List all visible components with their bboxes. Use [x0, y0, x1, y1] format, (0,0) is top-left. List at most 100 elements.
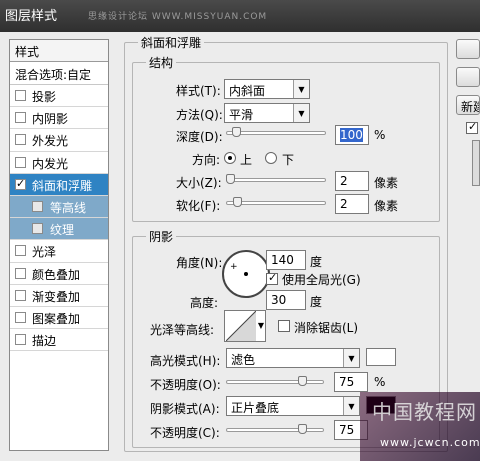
direction-down-radio[interactable] [265, 152, 277, 164]
soften-unit: 像素 [374, 199, 399, 213]
styles-list: 样式 混合选项:自定 投影 内阴影 外发光 内发光 斜面和浮雕 等高线 纹理 光… [9, 39, 109, 451]
gloss-contour-picker[interactable]: ▼ [224, 310, 266, 342]
style-item-inner-shadow[interactable]: 内阴影 [10, 107, 108, 130]
chevron-down-icon[interactable]: ▼ [293, 80, 309, 98]
highlight-opacity-label: 不透明度(O): [150, 378, 221, 392]
ok-button[interactable] [456, 39, 480, 59]
highlight-opacity-input[interactable]: 75 [334, 372, 368, 392]
size-value: 2 [340, 174, 348, 188]
style-select[interactable]: 内斜面 ▼ [224, 79, 310, 99]
checkbox[interactable] [15, 112, 26, 124]
depth-slider-thumb[interactable] [232, 127, 241, 137]
new-style-button[interactable]: 新建 [456, 95, 480, 115]
soften-slider-thumb[interactable] [233, 197, 242, 207]
checkbox[interactable] [15, 289, 26, 301]
checkbox[interactable] [15, 90, 26, 101]
global-light-label[interactable]: 使用全局光(G) [282, 271, 361, 288]
style-item-texture[interactable]: 纹理 [10, 218, 108, 241]
checkbox[interactable] [32, 200, 43, 212]
altitude-unit: 度 [310, 295, 323, 309]
style-item-stroke[interactable]: 描边 [10, 329, 108, 352]
shadow-mode-select[interactable]: 正片叠底 ▼ [226, 396, 360, 416]
angle-unit: 度 [310, 255, 323, 269]
angle-dial[interactable]: + [222, 250, 270, 298]
checkbox[interactable] [15, 134, 26, 146]
direction-up-label[interactable]: 上 [240, 151, 252, 168]
direction-up-radio[interactable] [224, 152, 236, 164]
preview-checkbox[interactable] [466, 120, 478, 134]
chevron-down-icon[interactable]: ▼ [293, 104, 309, 122]
size-slider[interactable] [226, 178, 326, 182]
checkbox[interactable] [15, 311, 26, 323]
style-item-drop-shadow[interactable]: 投影 [10, 85, 108, 108]
direction-label: 方向: [192, 153, 221, 167]
chevron-down-icon[interactable]: ▼ [343, 349, 359, 367]
angle-indicator [244, 272, 248, 276]
style-item-label: 渐变叠加 [32, 289, 81, 304]
checkbox[interactable] [15, 177, 26, 190]
shadow-opacity-slider[interactable] [226, 428, 324, 432]
checkbox[interactable] [32, 223, 43, 235]
style-item-label: 斜面和浮雕 [32, 178, 93, 193]
highlight-opacity-slider[interactable] [226, 380, 324, 384]
style-item-color-overlay[interactable]: 颜色叠加 [10, 263, 108, 285]
direction-down-label[interactable]: 下 [282, 151, 294, 168]
depth-input[interactable]: 100 [335, 125, 369, 145]
checkbox[interactable] [15, 334, 26, 346]
new-style-label: 新建 [461, 100, 479, 114]
style-item-label: 等高线 [50, 200, 87, 215]
watermark-url: www.jcwcn.com [380, 436, 480, 449]
style-item-label: 投影 [32, 90, 57, 104]
styles-header[interactable]: 样式 [10, 40, 108, 62]
angle-input[interactable]: 140 [266, 250, 306, 270]
size-input[interactable]: 2 [335, 171, 369, 191]
style-item-label: 内阴影 [32, 112, 69, 127]
style-item-label: 描边 [32, 334, 57, 349]
global-light-checkbox[interactable] [266, 271, 278, 285]
technique-select[interactable]: 平滑 ▼ [224, 103, 310, 123]
angle-value: 140 [271, 253, 294, 267]
size-slider-thumb[interactable] [226, 174, 235, 184]
style-item-pattern-overlay[interactable]: 图案叠加 [10, 307, 108, 330]
anti-aliased-checkbox[interactable] [278, 320, 290, 332]
style-item-gradient-overlay[interactable]: 渐变叠加 [10, 285, 108, 307]
checkbox[interactable] [15, 156, 26, 168]
chevron-down-icon[interactable]: ▼ [343, 397, 359, 415]
highlight-mode-value: 滤色 [231, 353, 256, 367]
highlight-opacity-value: 75 [339, 375, 355, 389]
soften-value: 2 [340, 197, 348, 211]
depth-slider[interactable] [226, 131, 326, 135]
checkbox[interactable] [15, 245, 26, 257]
blending-options[interactable]: 混合选项:自定 [10, 62, 108, 85]
contour-curve-icon [226, 311, 256, 341]
shadow-mode-label: 阴影模式(A): [150, 402, 220, 416]
highlight-color-swatch[interactable] [366, 348, 396, 366]
anti-aliased-label[interactable]: 消除锯齿(L) [294, 319, 358, 336]
style-select-value: 内斜面 [229, 84, 266, 98]
style-item-inner-glow[interactable]: 内发光 [10, 152, 108, 174]
style-item-label: 外发光 [32, 134, 69, 149]
soften-input[interactable]: 2 [335, 194, 369, 214]
technique-select-value: 平滑 [229, 108, 254, 122]
cancel-button[interactable] [456, 67, 480, 87]
title-watermark: 思缘设计论坛 WWW.MISSYUAN.COM [88, 12, 268, 22]
style-item-bevel-emboss[interactable]: 斜面和浮雕 [10, 173, 108, 196]
highlight-mode-select[interactable]: 滤色 ▼ [226, 348, 360, 368]
preview-thumbnail [472, 140, 480, 186]
style-item-contour[interactable]: 等高线 [10, 195, 108, 219]
style-item-satin[interactable]: 光泽 [10, 240, 108, 263]
depth-value: 100 [340, 128, 363, 142]
highlight-mode-label: 高光模式(H): [150, 354, 221, 368]
shadow-mode-value: 正片叠底 [231, 401, 280, 415]
style-item-label: 图案叠加 [32, 311, 81, 326]
depth-label: 深度(D): [176, 130, 223, 144]
gloss-contour-label: 光泽等高线: [150, 323, 215, 337]
shadow-opacity-label: 不透明度(C): [150, 426, 220, 440]
altitude-input[interactable]: 30 [266, 290, 306, 310]
window-title: 图层样式 [5, 9, 58, 24]
style-item-outer-glow[interactable]: 外发光 [10, 129, 108, 152]
chevron-down-icon[interactable]: ▼ [258, 321, 264, 330]
shadow-opacity-slider-thumb[interactable] [298, 424, 307, 434]
highlight-opacity-slider-thumb[interactable] [298, 376, 307, 386]
checkbox[interactable] [15, 267, 26, 279]
